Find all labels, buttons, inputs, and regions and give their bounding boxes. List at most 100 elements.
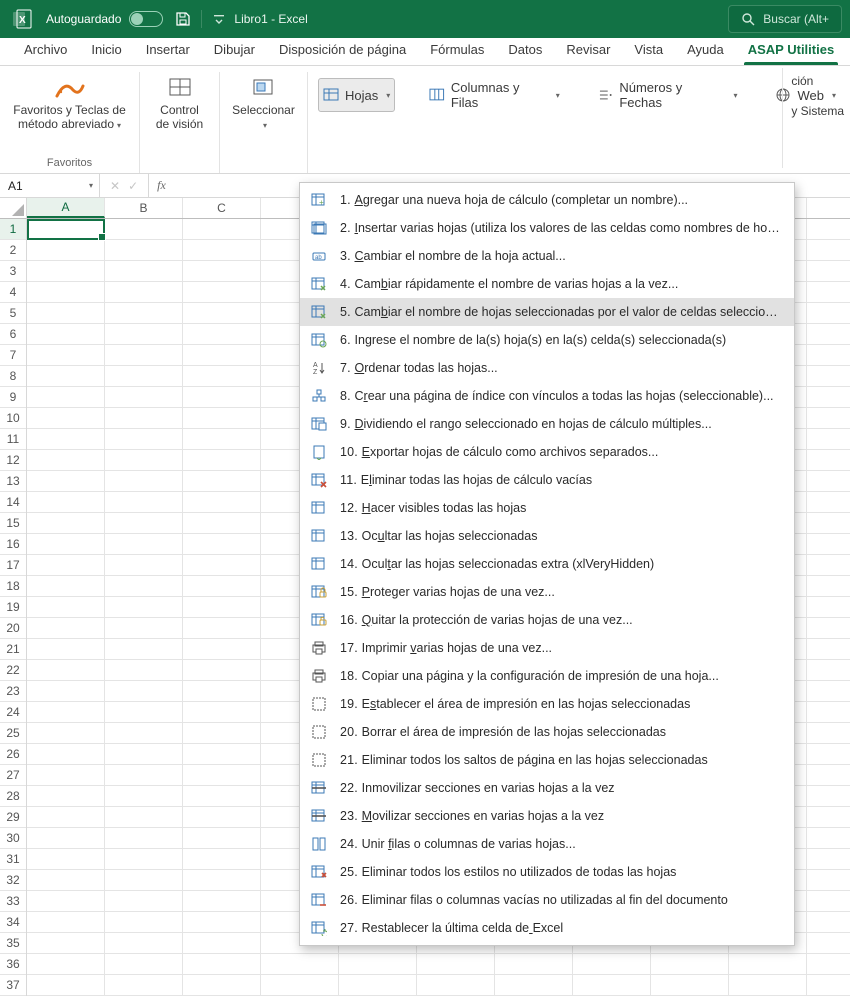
row-header[interactable]: 20 [0, 618, 26, 639]
autosave-toggle[interactable]: Autoguardado [46, 11, 163, 27]
row-header[interactable]: 18 [0, 576, 26, 597]
row-header[interactable]: 13 [0, 471, 26, 492]
menu-item-22[interactable]: 22. Inmovilizar secciones en varias hoja… [300, 774, 794, 802]
numeros-fechas-dropdown[interactable]: Números y Fechas▾ [594, 78, 742, 112]
tab-ayuda[interactable]: Ayuda [675, 36, 736, 65]
tab-datos[interactable]: Datos [496, 36, 554, 65]
menu-item-19[interactable]: 19. Establecer el área de impresión en l… [300, 690, 794, 718]
row-header[interactable]: 7 [0, 345, 26, 366]
row-header[interactable]: 24 [0, 702, 26, 723]
menu-item-24[interactable]: 24. Unir filas o columnas de varias hoja… [300, 830, 794, 858]
menu-item-18[interactable]: 18. Copiar una página y la configuración… [300, 662, 794, 690]
menu-item-26[interactable]: 26. Eliminar filas o columnas vacías no … [300, 886, 794, 914]
menu-item-20[interactable]: 20. Borrar el área de impresión de las h… [300, 718, 794, 746]
menu-item-10[interactable]: 10. Exportar hojas de cálculo como archi… [300, 438, 794, 466]
col-header[interactable]: A [27, 198, 105, 218]
menu-item-15[interactable]: 15. Proteger varias hojas de una vez... [300, 578, 794, 606]
menu-item-3[interactable]: ab3. Cambiar el nombre de la hoja actual… [300, 242, 794, 270]
row-header[interactable]: 11 [0, 429, 26, 450]
enter-formula-icon[interactable]: ✓ [128, 179, 138, 193]
select-all-triangle[interactable] [0, 198, 27, 219]
menu-item-23[interactable]: 23. Movilizar secciones en varias hojas … [300, 802, 794, 830]
menu-item-11[interactable]: 11. Eliminar todas las hojas de cálculo … [300, 466, 794, 494]
row-header[interactable]: 36 [0, 954, 26, 975]
row-header[interactable]: 6 [0, 324, 26, 345]
grid-row[interactable] [27, 954, 850, 975]
row-header[interactable]: 34 [0, 912, 26, 933]
menu-item-16[interactable]: 16. Quitar la protección de varias hojas… [300, 606, 794, 634]
row-header[interactable]: 28 [0, 786, 26, 807]
svg-text:A: A [313, 362, 318, 369]
menu-item-8[interactable]: 8. Crear una página de índice con víncul… [300, 382, 794, 410]
row-header[interactable]: 8 [0, 366, 26, 387]
menu-item-17[interactable]: 17. Imprimir varias hojas de una vez... [300, 634, 794, 662]
menu-item-2[interactable]: 2. Insertar varias hojas (utiliza los va… [300, 214, 794, 242]
menu-item-6[interactable]: 6. Ingrese el nombre de la(s) hoja(s) en… [300, 326, 794, 354]
tab-vista[interactable]: Vista [622, 36, 675, 65]
menu-item-7[interactable]: AZ7. Ordenar todas las hojas... [300, 354, 794, 382]
tab-archivo[interactable]: Archivo [12, 36, 79, 65]
menu-item-14[interactable]: 14. Ocultar las hojas seleccionadas extr… [300, 550, 794, 578]
row-header[interactable]: 4 [0, 282, 26, 303]
svg-text:ab: ab [315, 255, 322, 261]
menu-item-5[interactable]: 5. Cambiar el nombre de hojas selecciona… [300, 298, 794, 326]
menu-item-label: 2. Insertar varias hojas (utiliza los va… [340, 221, 782, 235]
col-header[interactable]: B [105, 198, 183, 218]
menu-item-25[interactable]: 25. Eliminar todos los estilos no utiliz… [300, 858, 794, 886]
menu-item-27[interactable]: 27. Restablecer la última celda de Excel [300, 914, 794, 942]
save-icon[interactable] [175, 11, 191, 27]
menu-item-label: 23. Movilizar secciones en varias hojas … [340, 809, 604, 823]
tab-asap-utilities[interactable]: ASAP Utilities [736, 36, 846, 65]
menu-item-21[interactable]: 21. Eliminar todos los saltos de página … [300, 746, 794, 774]
row-header[interactable]: 33 [0, 891, 26, 912]
row-header[interactable]: 3 [0, 261, 26, 282]
name-box[interactable]: A1 ▾ [0, 174, 100, 197]
row-header[interactable]: 37 [0, 975, 26, 996]
row-header[interactable]: 15 [0, 513, 26, 534]
tab-f-rmulas[interactable]: Fórmulas [418, 36, 496, 65]
row-header[interactable]: 25 [0, 723, 26, 744]
tab-dibujar[interactable]: Dibujar [202, 36, 267, 65]
row-header[interactable]: 2 [0, 240, 26, 261]
vision-control-button[interactable]: Controlde visión [156, 72, 203, 132]
menu-item-9[interactable]: 9. Dividiendo el rango seleccionado en h… [300, 410, 794, 438]
row-header[interactable]: 12 [0, 450, 26, 471]
fx-icon[interactable]: fx [149, 174, 174, 197]
row-header[interactable]: 35 [0, 933, 26, 954]
select-button[interactable]: Seleccionar▾ [232, 72, 295, 132]
menu-item-4[interactable]: 4. Cambiar rápidamente el nombre de vari… [300, 270, 794, 298]
row-header[interactable]: 27 [0, 765, 26, 786]
row-header[interactable]: 21 [0, 639, 26, 660]
search-box[interactable]: Buscar (Alt+ [728, 5, 842, 33]
row-header[interactable]: 19 [0, 597, 26, 618]
row-header[interactable]: 9 [0, 387, 26, 408]
row-header[interactable]: 16 [0, 534, 26, 555]
tab-insertar[interactable]: Insertar [134, 36, 202, 65]
row-header[interactable]: 5 [0, 303, 26, 324]
columnas-filas-dropdown[interactable]: Columnas y Filas▾ [425, 78, 564, 112]
row-header[interactable]: 29 [0, 807, 26, 828]
row-header[interactable]: 23 [0, 681, 26, 702]
menu-item-1[interactable]: +1. Agregar una nueva hoja de cálculo (c… [300, 186, 794, 214]
row-header[interactable]: 22 [0, 660, 26, 681]
cancel-formula-icon[interactable]: ✕ [110, 179, 120, 193]
tab-revisar[interactable]: Revisar [554, 36, 622, 65]
row-header[interactable]: 26 [0, 744, 26, 765]
grid-row[interactable] [27, 975, 850, 996]
row-header[interactable]: 31 [0, 849, 26, 870]
favorites-button[interactable]: Favoritos y Teclas demétodo abreviado▾ [13, 72, 126, 132]
row-header[interactable]: 32 [0, 870, 26, 891]
menu-item-12[interactable]: 12. Hacer visibles todas las hojas [300, 494, 794, 522]
row-header[interactable]: 10 [0, 408, 26, 429]
menu-item-13[interactable]: 13. Ocultar las hojas seleccionadas [300, 522, 794, 550]
hojas-dropdown[interactable]: Hojas▾ [318, 78, 395, 112]
col-header[interactable]: C [183, 198, 261, 218]
menu-item-label: 21. Eliminar todos los saltos de página … [340, 753, 708, 767]
tab-disposici-n-de-p-gina[interactable]: Disposición de página [267, 36, 418, 65]
tab-inicio[interactable]: Inicio [79, 36, 133, 65]
row-header[interactable]: 17 [0, 555, 26, 576]
row-header[interactable]: 30 [0, 828, 26, 849]
qat-customize-icon[interactable] [212, 12, 226, 26]
row-header[interactable]: 1 [0, 219, 26, 240]
row-header[interactable]: 14 [0, 492, 26, 513]
